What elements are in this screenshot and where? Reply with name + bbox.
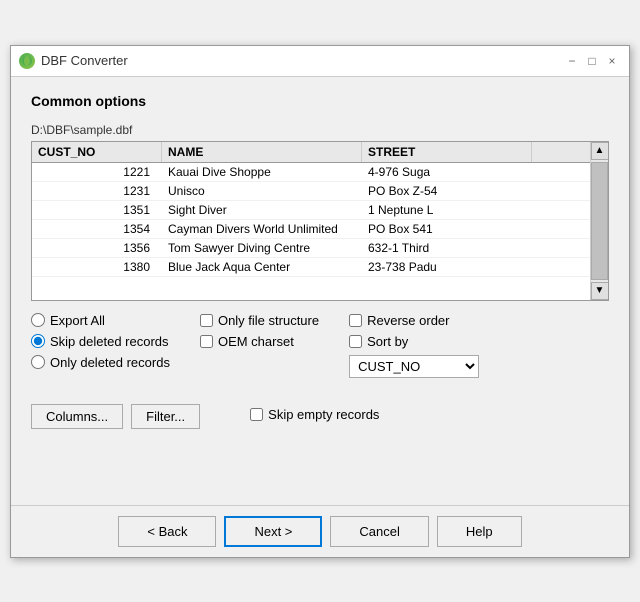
table-row: 1356 Tom Sawyer Diving Centre 632-1 Thir… xyxy=(32,239,608,258)
title-bar: DBF Converter − □ × xyxy=(11,46,629,77)
col-header-name: NAME xyxy=(162,142,362,162)
checkbox-only-file-structure-input[interactable] xyxy=(200,314,213,327)
col-header-street: STREET xyxy=(362,142,532,162)
checkbox-reverse-order-input[interactable] xyxy=(349,314,362,327)
window-title: DBF Converter xyxy=(41,53,128,68)
columns-button[interactable]: Columns... xyxy=(31,404,123,429)
checkboxes-col2: Reverse order Sort by CUST_NO NAME STREE… xyxy=(349,313,479,378)
checkbox-only-file-structure[interactable]: Only file structure xyxy=(200,313,319,328)
data-table: CUST_NO NAME STREET 1221 Kauai Dive Shop… xyxy=(31,141,609,301)
file-path: D:\DBF\sample.dbf xyxy=(31,123,609,137)
col-header-cust-no: CUST_NO xyxy=(32,142,162,162)
vertical-scrollbar[interactable]: ▲ ▼ xyxy=(590,142,608,300)
action-buttons: Columns... Filter... xyxy=(31,404,200,429)
checkbox-skip-empty-input[interactable] xyxy=(250,408,263,421)
checkbox-only-file-structure-label: Only file structure xyxy=(218,313,319,328)
main-window: DBF Converter − □ × Common options D:\DB… xyxy=(10,45,630,558)
radio-export-all-input[interactable] xyxy=(31,313,45,327)
radio-group-col: Export All Skip deleted records Only del… xyxy=(31,313,170,378)
sort-select-row: CUST_NO NAME STREET xyxy=(349,355,479,378)
checkbox-reverse-order[interactable]: Reverse order xyxy=(349,313,479,328)
radio-only-deleted-label: Only deleted records xyxy=(50,355,170,370)
content-area: Common options D:\DBF\sample.dbf CUST_NO… xyxy=(11,77,629,445)
scroll-down-button[interactable]: ▼ xyxy=(591,282,609,300)
table-row: 1354 Cayman Divers World Unlimited PO Bo… xyxy=(32,220,608,239)
checkbox-sort-by-label: Sort by xyxy=(367,334,408,349)
radio-only-deleted-input[interactable] xyxy=(31,355,45,369)
scroll-right-button[interactable]: ► xyxy=(590,300,608,301)
section-title: Common options xyxy=(31,93,609,109)
radio-export-all[interactable]: Export All xyxy=(31,313,170,328)
filter-button[interactable]: Filter... xyxy=(131,404,200,429)
minimize-button[interactable]: − xyxy=(563,52,581,70)
table-header: CUST_NO NAME STREET xyxy=(32,142,608,163)
radio-only-deleted[interactable]: Only deleted records xyxy=(31,355,170,370)
options-section: Export All Skip deleted records Only del… xyxy=(31,313,609,378)
checkbox-reverse-order-label: Reverse order xyxy=(367,313,449,328)
back-button[interactable]: < Back xyxy=(118,516,216,547)
table-body: 1221 Kauai Dive Shoppe 4-976 Suga 1231 U… xyxy=(32,163,608,296)
scroll-up-button[interactable]: ▲ xyxy=(591,142,609,160)
table-row: 1351 Sight Diver 1 Neptune L xyxy=(32,201,608,220)
horizontal-scrollbar[interactable]: ◄ ► xyxy=(32,300,608,301)
table-row: 1231 Unisco PO Box Z-54 xyxy=(32,182,608,201)
radio-export-all-label: Export All xyxy=(50,313,105,328)
sort-select[interactable]: CUST_NO NAME STREET xyxy=(349,355,479,378)
window-controls: − □ × xyxy=(563,52,621,70)
table-row: 1221 Kauai Dive Shoppe 4-976 Suga xyxy=(32,163,608,182)
help-button[interactable]: Help xyxy=(437,516,522,547)
checkbox-sort-by[interactable]: Sort by xyxy=(349,334,479,349)
cancel-button[interactable]: Cancel xyxy=(330,516,428,547)
close-button[interactable]: × xyxy=(603,52,621,70)
checkbox-oem-charset-label: OEM charset xyxy=(218,334,294,349)
next-button[interactable]: Next > xyxy=(224,516,322,547)
checkbox-sort-by-input[interactable] xyxy=(349,335,362,348)
maximize-button[interactable]: □ xyxy=(583,52,601,70)
scroll-left-button[interactable]: ◄ xyxy=(32,300,50,301)
table-row: 1380 Blue Jack Aqua Center 23-738 Padu xyxy=(32,258,608,277)
radio-skip-deleted[interactable]: Skip deleted records xyxy=(31,334,170,349)
checkbox-skip-empty-label: Skip empty records xyxy=(268,407,379,422)
skip-empty-row: Skip empty records xyxy=(250,407,379,422)
scroll-thumb[interactable] xyxy=(591,162,608,280)
checkbox-oem-charset[interactable]: OEM charset xyxy=(200,334,319,349)
checkbox-oem-charset-input[interactable] xyxy=(200,335,213,348)
app-icon xyxy=(19,53,35,69)
radio-skip-deleted-input[interactable] xyxy=(31,334,45,348)
radio-skip-deleted-label: Skip deleted records xyxy=(50,334,169,349)
checkboxes-col1: Only file structure OEM charset xyxy=(200,313,319,378)
footer: < Back Next > Cancel Help xyxy=(11,505,629,557)
